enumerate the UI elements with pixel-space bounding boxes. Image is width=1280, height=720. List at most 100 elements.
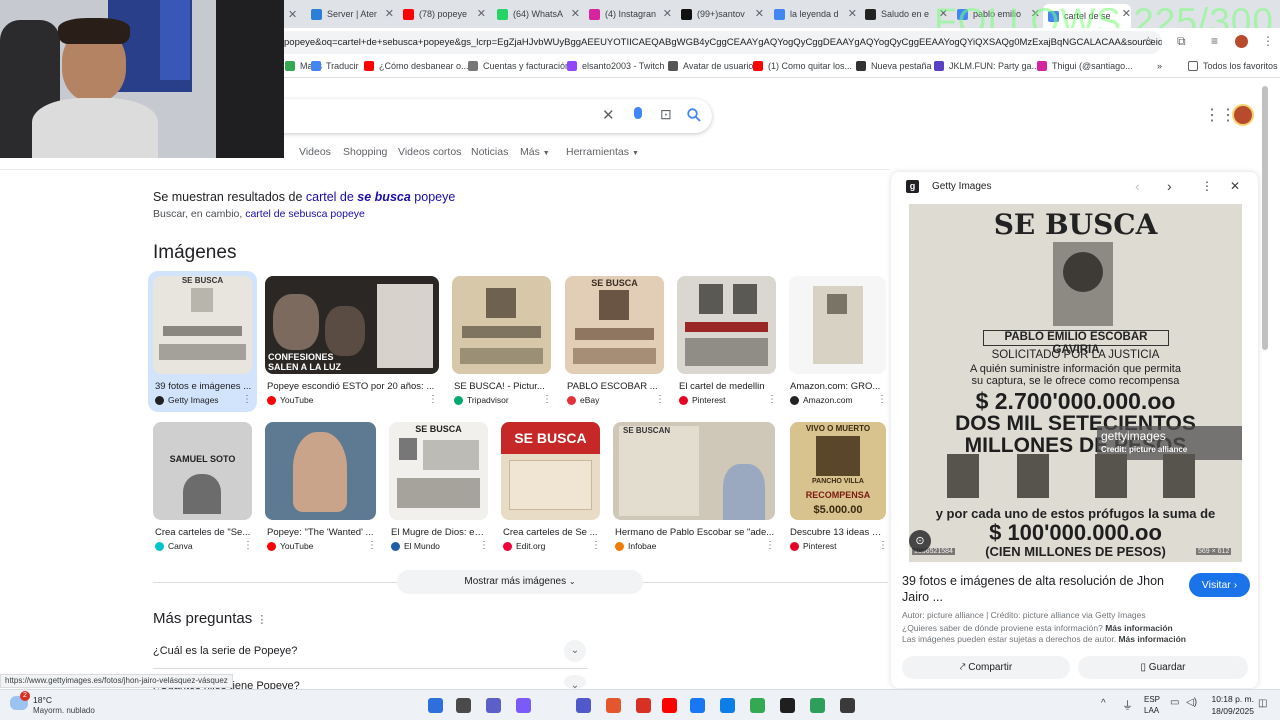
more-options-icon[interactable]: ⋮ bbox=[479, 540, 489, 551]
office-taskbar-icon[interactable] bbox=[606, 698, 621, 713]
image-thumb-editorg[interactable]: SE BUSCA bbox=[501, 422, 600, 520]
corrected-query-link[interactable]: cartel de se busca popeye bbox=[306, 190, 455, 204]
browser-tab[interactable]: la leyenda d ✕ bbox=[769, 4, 857, 24]
opera-taskbar-icon[interactable] bbox=[636, 698, 651, 713]
camera-lens-icon[interactable]: ⊡ bbox=[660, 106, 672, 123]
copilot-taskbar-icon[interactable] bbox=[516, 698, 531, 713]
teams-taskbar-icon[interactable] bbox=[576, 698, 591, 713]
image-result-title[interactable]: PABLO ESCOBAR ... bbox=[567, 381, 662, 392]
image-result-title[interactable]: 39 fotos e imágenes ... bbox=[155, 381, 255, 392]
volume-icon[interactable]: ◁) bbox=[1186, 697, 1197, 708]
image-thumb-getty[interactable]: SE BUSCA bbox=[153, 276, 252, 374]
page-scrollbar[interactable] bbox=[1262, 86, 1268, 350]
more-options-icon[interactable]: ⋮ bbox=[767, 394, 777, 405]
tab-close-partial[interactable]: ✕ bbox=[288, 4, 298, 24]
more-options-icon[interactable]: ⋮ bbox=[428, 394, 438, 405]
browser-tab[interactable]: (4) Instagran ✕ bbox=[584, 4, 672, 24]
image-thumb-tripadvisor[interactable] bbox=[452, 276, 551, 374]
clock-time[interactable]: 10:18 p. m. bbox=[1210, 694, 1254, 704]
clear-icon[interactable]: ✕ bbox=[602, 106, 615, 124]
image-result-card[interactable]: SAMUEL SOTO Crea carteles de "Se... Canv… bbox=[153, 422, 253, 554]
bookmarks-overflow[interactable]: » bbox=[1157, 61, 1162, 71]
preview-image[interactable]: SE BUSCA PABLO EMILIO ESCOBAR GAVIRIA SO… bbox=[909, 204, 1242, 562]
menu-dots-icon[interactable]: ⋮ bbox=[1262, 34, 1274, 48]
question-item[interactable]: ¿Cuál es la serie de Popeye? bbox=[153, 645, 297, 657]
image-result-title[interactable]: Popeye escondió ESTO por 20 años: ... bbox=[267, 381, 435, 392]
chrome-taskbar-icon[interactable] bbox=[750, 698, 765, 713]
lens-search-icon[interactable]: ⊙ bbox=[909, 530, 931, 552]
browser-tab[interactable]: Server | Ater ✕ bbox=[306, 4, 394, 24]
browser-tab[interactable]: (78) popeye ✕ bbox=[398, 4, 486, 24]
image-result-card[interactable]: SE BUSCA PABLO ESCOBAR ... eBay ⋮ bbox=[565, 276, 665, 406]
more-options-icon[interactable]: ⋮ bbox=[242, 394, 252, 405]
image-result-title[interactable]: Descubre 13 ideas d... bbox=[790, 527, 884, 538]
image-thumb-youtube[interactable]: CONFESIONES SALEN A LA LUZ bbox=[265, 276, 439, 374]
image-result-card[interactable]: VIVO O MUERTO PANCHO VILLA RECOMPENSA $5… bbox=[790, 422, 888, 554]
panel-title[interactable]: 39 fotos e imágenes de alta resolución d… bbox=[902, 573, 1182, 605]
image-result-title[interactable]: Hermano de Pablo Escobar se "ade... bbox=[615, 527, 775, 538]
keyboard-layout[interactable]: LAA bbox=[1144, 706, 1159, 715]
image-result-title[interactable]: Amazon.com: GRO... bbox=[790, 381, 883, 392]
show-more-images-button[interactable]: Mostrar más imágenes ⌄ bbox=[397, 570, 643, 594]
share-button[interactable]: ⤤ Compartir bbox=[902, 656, 1070, 679]
panel-source[interactable]: Getty Images bbox=[932, 181, 991, 192]
tab-close-icon[interactable]: ✕ bbox=[663, 7, 672, 20]
visit-button[interactable]: Visitar › bbox=[1189, 573, 1250, 597]
nav-news[interactable]: Noticias bbox=[471, 146, 508, 158]
rights-link[interactable]: Más información bbox=[1118, 634, 1186, 644]
image-thumb-amazon[interactable] bbox=[789, 276, 886, 374]
search-icon[interactable] bbox=[687, 108, 701, 122]
more-options-icon[interactable]: ⋮ bbox=[542, 394, 552, 405]
image-result-card[interactable]: SE BUSCAN Hermano de Pablo Escobar se "a… bbox=[613, 422, 777, 554]
image-thumb-infobae[interactable]: SE BUSCAN bbox=[613, 422, 775, 520]
image-result-title[interactable]: El Mugre de Dios: el ... bbox=[391, 527, 486, 538]
all-bookmarks[interactable]: Todos los favoritos bbox=[1188, 61, 1278, 71]
nav-tools[interactable]: Herramientas ▼ bbox=[566, 146, 639, 158]
image-result-card[interactable]: Amazon.com: GRO... Amazon.com ⋮ bbox=[789, 276, 887, 406]
bookmark-item[interactable]: (1) Como quitar los... bbox=[753, 61, 852, 71]
more-options-icon[interactable]: ⋮ bbox=[256, 614, 267, 626]
microphone-icon[interactable] bbox=[634, 107, 642, 119]
image-result-card-selected[interactable]: SE BUSCA 39 fotos e imágenes ... Getty I… bbox=[148, 271, 257, 412]
tab-close-icon[interactable]: ✕ bbox=[755, 7, 764, 20]
search-taskbar-icon[interactable] bbox=[456, 698, 471, 713]
youtube-taskbar-icon[interactable] bbox=[662, 698, 677, 713]
image-result-title[interactable]: El cartel de medellin bbox=[679, 381, 774, 392]
image-result-title[interactable]: SE BUSCA! - Pictur... bbox=[454, 381, 549, 392]
more-options-icon[interactable]: ⋮ bbox=[878, 540, 888, 551]
image-thumb-ebay[interactable]: SE BUSCA bbox=[565, 276, 664, 374]
image-result-card[interactable]: El cartel de medellin Pinterest ⋮ bbox=[677, 276, 777, 406]
weather-temp[interactable]: 18°C bbox=[33, 695, 52, 705]
steam-taskbar-icon[interactable] bbox=[780, 698, 795, 713]
media-icon[interactable]: ≡ bbox=[1211, 34, 1218, 48]
star-icon[interactable]: ☆ bbox=[1143, 34, 1154, 48]
image-result-card[interactable]: SE BUSCA El Mugre de Dios: el ... El Mun… bbox=[389, 422, 489, 554]
image-result-card[interactable]: SE BUSCA Crea carteles de Se ... Edit.or… bbox=[501, 422, 601, 554]
avatar[interactable] bbox=[1232, 104, 1254, 126]
image-thumb-canva[interactable]: SAMUEL SOTO bbox=[153, 422, 252, 520]
image-thumb-elmundo[interactable]: SE BUSCA bbox=[389, 422, 488, 520]
close-icon[interactable]: ✕ bbox=[1230, 179, 1240, 193]
language-code[interactable]: ESP bbox=[1144, 695, 1160, 704]
url-input[interactable]: popeye&oq=cartel+de+sebusca+popeye&gs_lc… bbox=[270, 31, 1162, 54]
windows-start-icon[interactable] bbox=[428, 698, 443, 713]
image-thumb-pinterest-2[interactable]: VIVO O MUERTO PANCHO VILLA RECOMPENSA $5… bbox=[790, 422, 886, 520]
more-options-icon[interactable]: ⋮ bbox=[367, 540, 377, 551]
more-options-icon[interactable]: ⋮ bbox=[1201, 179, 1213, 193]
bookmark-item[interactable]: Avatar de usuario bbox=[668, 61, 753, 71]
tab-close-icon[interactable]: ✕ bbox=[848, 7, 857, 20]
tab-close-icon[interactable]: ✕ bbox=[385, 7, 394, 20]
image-thumb-youtube-2[interactable] bbox=[265, 422, 376, 520]
where-link[interactable]: Más información bbox=[1105, 623, 1173, 633]
image-result-title[interactable]: Crea carteles de "Se... bbox=[155, 527, 251, 538]
clock-date[interactable]: 18/09/2025 bbox=[1206, 706, 1254, 716]
browser-tab[interactable]: (64) WhatsA ✕ bbox=[492, 4, 580, 24]
nav-short-videos[interactable]: Videos cortos bbox=[398, 146, 461, 158]
chat-taskbar-icon[interactable] bbox=[486, 698, 501, 713]
more-options-icon[interactable]: ⋮ bbox=[877, 394, 887, 405]
image-result-card[interactable]: Popeye: "The 'Wanted' ... YouTube ⋮ bbox=[265, 422, 377, 554]
tab-close-icon[interactable]: ✕ bbox=[571, 7, 580, 20]
microphone-tray-icon[interactable]: ⏚ bbox=[1122, 697, 1133, 713]
chrome-alt-taskbar-icon[interactable] bbox=[840, 698, 855, 713]
nav-videos[interactable]: Videos bbox=[299, 146, 331, 158]
